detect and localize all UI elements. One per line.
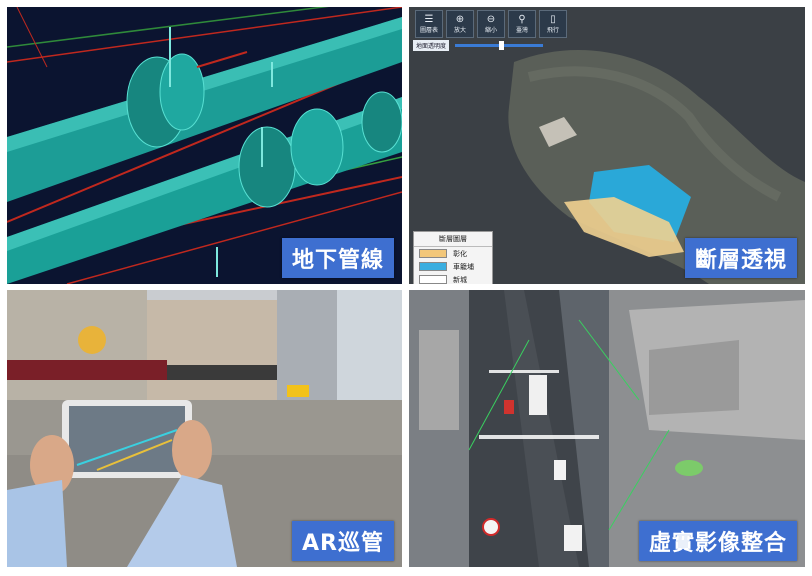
- fly-label: 飛行: [546, 26, 559, 34]
- zoom-out-icon: ⊖: [486, 13, 496, 25]
- fault-layer-legend: 斷層圖層 彰化 車籠埔 新城 新竹: [413, 231, 493, 284]
- legend-swatch: [419, 262, 447, 271]
- legend-swatch: [419, 249, 447, 258]
- caption-fault: 斷層透視: [684, 238, 797, 278]
- zoom-out-button[interactable]: ⊖ 縮小: [477, 10, 505, 38]
- caption-fusion: 虛實影像整合: [638, 521, 797, 561]
- fly-button[interactable]: ▯ 飛行: [539, 10, 567, 38]
- location-pin-icon: ⚲: [518, 13, 526, 25]
- ground-opacity-control: 地面透明度: [413, 40, 544, 51]
- legend-item[interactable]: 彰化: [414, 247, 492, 260]
- zoom-in-button[interactable]: ⊕ 放大: [446, 10, 474, 38]
- legend-label: 車籠埔: [453, 262, 474, 271]
- mouse-icon: ▯: [550, 13, 556, 25]
- zoom-out-label: 縮小: [484, 26, 497, 34]
- layers-label: 圖層表: [419, 26, 438, 34]
- fault-perspective-panel: ☰ 圖層表 ⊕ 放大 ⊖ 縮小 ⚲ 臺灣 ▯ 飛行 地面透明度 斷層圖層 彰化: [409, 7, 805, 284]
- slider-knob[interactable]: [499, 41, 505, 50]
- caption-ar: AR巡管: [292, 521, 394, 561]
- legend-label: 新城: [453, 275, 467, 284]
- ground-opacity-label: 地面透明度: [413, 40, 450, 51]
- zoom-in-label: 放大: [453, 26, 466, 34]
- legend-label: 彰化: [453, 249, 467, 258]
- legend-title: 斷層圖層: [414, 232, 492, 247]
- layers-icon: ☰: [424, 13, 434, 25]
- layers-button[interactable]: ☰ 圖層表: [415, 10, 443, 38]
- ground-opacity-slider[interactable]: [455, 41, 544, 50]
- legend-item[interactable]: 新城: [414, 273, 492, 284]
- taiwan-button[interactable]: ⚲ 臺灣: [508, 10, 536, 38]
- zoom-in-icon: ⊕: [455, 13, 465, 25]
- caption-underground: 地下管線: [281, 238, 394, 278]
- underground-pipeline-panel: 地下管線: [7, 7, 402, 284]
- map-toolbar: ☰ 圖層表 ⊕ 放大 ⊖ 縮小 ⚲ 臺灣 ▯ 飛行: [415, 10, 567, 38]
- legend-swatch: [419, 275, 447, 284]
- taiwan-label: 臺灣: [515, 26, 528, 34]
- legend-item[interactable]: 車籠埔: [414, 260, 492, 273]
- ar-patrol-panel: AR巡管: [7, 290, 402, 567]
- image-fusion-panel: 虛實影像整合: [409, 290, 805, 567]
